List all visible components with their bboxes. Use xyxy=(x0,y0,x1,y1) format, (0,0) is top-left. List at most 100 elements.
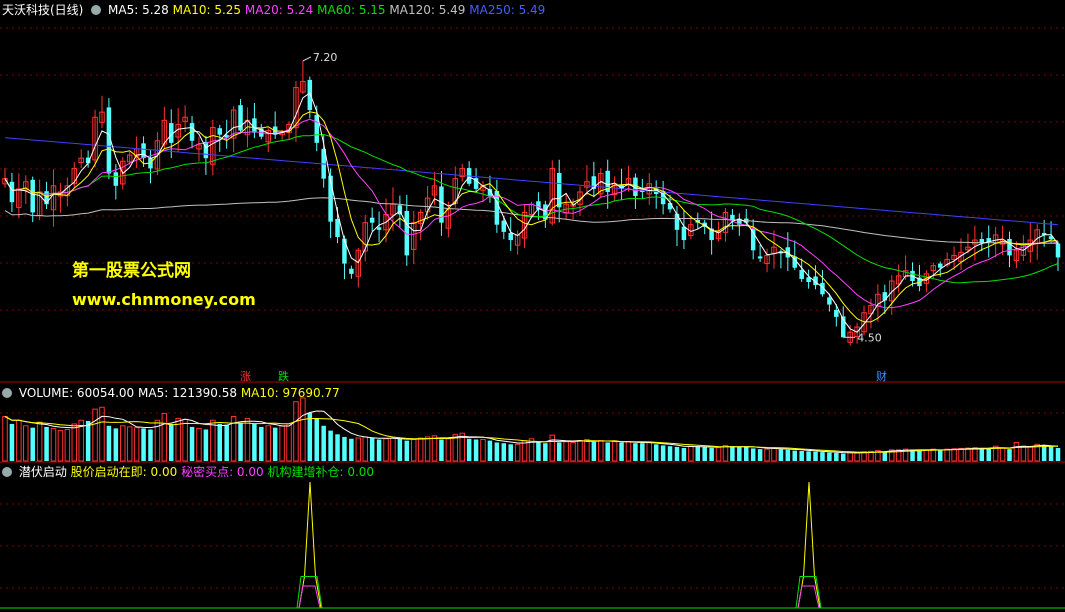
volume-bar-up xyxy=(279,425,285,462)
volume-bar-down xyxy=(85,420,91,461)
annotation-finance[interactable]: 财 xyxy=(876,369,887,383)
volume-bar-down xyxy=(979,448,985,461)
candle-body-down xyxy=(141,143,146,159)
volume-ma5-line xyxy=(4,410,1059,454)
volume-bar-up xyxy=(300,397,306,462)
volume-bar-down xyxy=(169,423,174,461)
high-label: 7.20 xyxy=(313,51,338,64)
watermark-url: www.chnmoney.com xyxy=(72,290,256,309)
volume-bar-down xyxy=(813,451,818,461)
indicator-name[interactable]: 潜伏启动 xyxy=(19,465,67,479)
volume-bar-up xyxy=(847,452,853,462)
volume-bar-down xyxy=(633,443,638,461)
candle-body-down xyxy=(827,297,832,305)
volume-bar-down xyxy=(307,412,313,461)
volume-menu-icon[interactable] xyxy=(2,388,12,398)
candle-body-down xyxy=(937,263,943,268)
volume-bar-down xyxy=(404,440,410,461)
price-header: 天沃科技(日线) MA5: 5.28 MA10: 5.25 MA20: 5.24… xyxy=(2,3,545,17)
volume-bar-up xyxy=(57,430,64,462)
ma60-value: MA60: 5.15 xyxy=(317,3,386,17)
ma5-value: MA5: 5.28 xyxy=(108,3,169,17)
volume-bar-down xyxy=(986,448,991,461)
candle-body-down xyxy=(369,217,375,223)
volume-bar-up xyxy=(923,449,930,462)
volume-bar-down xyxy=(1007,449,1012,461)
volume-bar-up xyxy=(244,417,251,462)
candle-body-down xyxy=(757,256,763,259)
volume-bar-down xyxy=(827,452,832,461)
volume-bar-down xyxy=(44,426,49,461)
volume-bar-down xyxy=(508,444,513,461)
volume-bar-up xyxy=(958,447,964,462)
volume-bar-down xyxy=(640,443,645,461)
volume-bar-down xyxy=(667,446,673,461)
volume-bar-up xyxy=(50,427,57,462)
volume-bar-down xyxy=(113,428,119,461)
volume-bar-down xyxy=(660,445,666,461)
volume-bar-up xyxy=(999,447,1006,462)
candle-body-down xyxy=(307,79,313,111)
volume-bar-down xyxy=(681,448,687,461)
volume-bar-up xyxy=(71,423,78,462)
volume-bar-up xyxy=(92,408,98,462)
volume-bar-up xyxy=(126,426,133,462)
volume-bar-up xyxy=(625,441,632,462)
volume-bar-down xyxy=(792,450,798,461)
volume-bar-up xyxy=(431,435,438,462)
volume-bar-up xyxy=(355,437,362,462)
volume-ma5-value: MA5: 121390.58 xyxy=(138,386,237,400)
volume-bar-down xyxy=(314,418,319,461)
candle-body-down xyxy=(508,232,513,241)
high-marker xyxy=(302,56,312,62)
volume-value: VOLUME: 60054.00 xyxy=(18,386,135,400)
volume-bar-down xyxy=(1041,445,1047,461)
candle-body-down xyxy=(30,179,35,213)
volume-bar-up xyxy=(417,437,424,462)
stock-title[interactable]: 天沃科技(日线) xyxy=(2,3,83,17)
volume-bar-down xyxy=(1055,448,1061,461)
volume-bar-down xyxy=(702,446,707,461)
candle-body-down xyxy=(834,309,839,317)
volume-bar-up xyxy=(646,441,653,462)
ma120-value: MA120: 5.49 xyxy=(389,3,466,17)
volume-bar-up xyxy=(362,436,368,462)
volume-bar-up xyxy=(480,439,486,462)
volume-bar-down xyxy=(376,439,382,461)
volume-bar-up xyxy=(570,441,576,462)
candle-body-down xyxy=(217,128,223,135)
volume-bar-down xyxy=(30,427,35,461)
ma250-value: MA250: 5.49 xyxy=(469,3,546,17)
indicator-inst-value: 机构建增补仓: 0.00 xyxy=(267,465,375,479)
volume-bar-up xyxy=(390,437,396,462)
volume-bar-up xyxy=(771,447,777,462)
volume-bar-down xyxy=(9,423,15,461)
volume-bar-up xyxy=(854,452,860,462)
candle-body-down xyxy=(335,218,340,237)
candle-body-down xyxy=(342,238,347,264)
volume-bar-down xyxy=(238,423,243,461)
indicator-menu-icon[interactable] xyxy=(2,467,12,477)
ma10-value: MA10: 5.25 xyxy=(172,3,242,17)
volume-bar-up xyxy=(182,418,188,462)
candle-body-down xyxy=(799,270,804,279)
candle-body-down xyxy=(376,227,382,230)
volume-bar-down xyxy=(556,442,562,461)
indicator-header: 潜伏启动 股价启动在即: 0.00 秘密买点: 0.00 机构建增补仓: 0.0… xyxy=(2,465,374,479)
candle-body-down xyxy=(681,226,687,241)
volume-bar-down xyxy=(224,424,229,461)
volume-bar-up xyxy=(577,440,583,462)
volume-bar-down xyxy=(543,443,548,461)
volume-bar-down xyxy=(397,438,403,461)
volume-bar-down xyxy=(778,449,784,461)
volume-bar-down xyxy=(1048,446,1054,461)
volume-bar-down xyxy=(466,438,472,461)
volume-bar-down xyxy=(750,448,756,461)
volume-bar-down xyxy=(737,446,742,461)
volume-bar-down xyxy=(369,438,375,461)
menu-dropdown-icon[interactable] xyxy=(91,5,102,15)
volume-bar-up xyxy=(611,441,618,462)
volume-bar-up xyxy=(64,429,71,462)
stock-chart-window: 7.20 4.50 涨 跌 财 天沃科技(日线) MA5: 5.28 MA10: 5.2… xyxy=(0,0,1065,612)
volume-bar-down xyxy=(439,439,444,461)
